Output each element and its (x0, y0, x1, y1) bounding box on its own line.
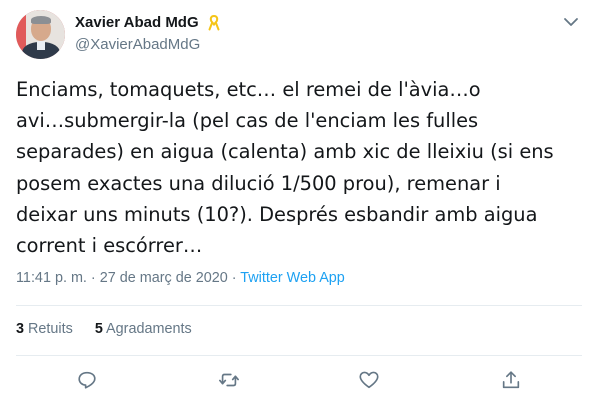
likes-count: 5 (94, 321, 103, 337)
avatar[interactable] (16, 10, 65, 59)
source-app-link[interactable]: Twitter Web App (240, 270, 345, 286)
likes-stat[interactable]: 5 Agradaments (95, 321, 192, 337)
tweet-meta: 11:41 p. m. · 27 de març de 2020 · Twitt… (16, 270, 345, 286)
tweet-header: Xavier Abad MdG @XavierAbadMdG (16, 10, 582, 60)
tweet-text: Enciams, tomaquets, etc… el remei de l'à… (16, 78, 554, 258)
ribbon-icon (208, 14, 220, 30)
chevron-down-icon[interactable] (560, 12, 582, 32)
retweets-count: 3 (16, 321, 25, 337)
author-block[interactable]: Xavier Abad MdG @XavierAbadMdG (75, 12, 220, 53)
divider (16, 305, 582, 306)
retweets-stat[interactable]: 3 Retuits (16, 321, 73, 337)
tweet-stats: 3 Retuits 5 Agradaments (16, 321, 210, 337)
likes-label: Agradaments (106, 321, 192, 337)
meta-separator: · (86, 270, 100, 286)
retweets-label: Retuits (28, 321, 73, 337)
tweet-date[interactable]: 27 de març de 2020 (100, 270, 228, 286)
retweet-icon[interactable] (218, 369, 242, 393)
user-handle[interactable]: @XavierAbadMdG (75, 36, 220, 53)
display-name[interactable]: Xavier Abad MdG (75, 14, 199, 31)
meta-separator-2: · (227, 270, 241, 286)
share-icon[interactable] (500, 369, 524, 393)
tweet-time[interactable]: 11:41 p. m. (16, 270, 87, 286)
heart-icon[interactable] (358, 369, 382, 393)
reply-icon[interactable] (76, 369, 100, 393)
divider (16, 355, 582, 356)
action-bar (0, 369, 598, 395)
